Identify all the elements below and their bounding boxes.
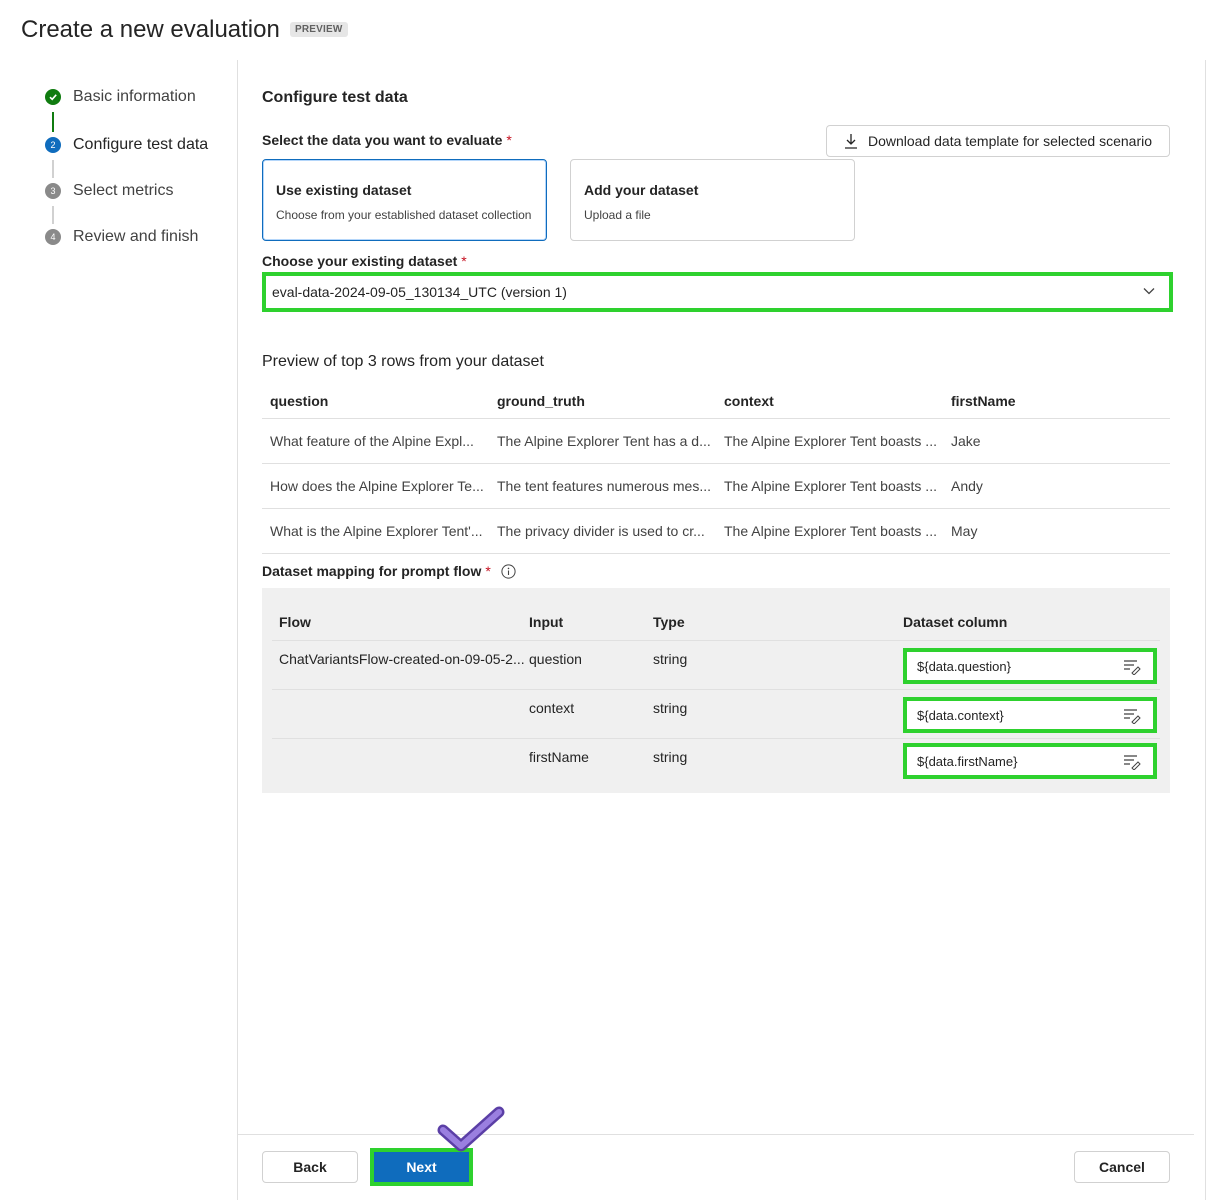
- section-title: Configure test data: [262, 89, 408, 106]
- back-button[interactable]: Back: [262, 1151, 358, 1183]
- download-template-button[interactable]: Download data template for selected scen…: [826, 125, 1170, 157]
- step-configure-test-data[interactable]: 2 Configure test data: [45, 136, 208, 154]
- card-title: Add your dataset: [584, 182, 699, 198]
- column-header: question: [262, 384, 489, 419]
- dataset-select-label: Choose your existing dataset *: [262, 253, 467, 269]
- card-description: Choose from your established dataset col…: [276, 208, 532, 222]
- dataset-column-value: ${data.question}: [917, 658, 1011, 674]
- table-row: What is the Alpine Explorer Tent'... The…: [262, 508, 1170, 554]
- step-label: Basic information: [73, 88, 196, 105]
- table-cell: The Alpine Explorer Tent boasts ...: [716, 418, 943, 464]
- step-label: Select metrics: [73, 182, 174, 199]
- mapping-panel: Flow Input Type Dataset column ChatVaria…: [262, 588, 1170, 793]
- step-review-and-finish[interactable]: 4 Review and finish: [45, 228, 198, 246]
- step-label: Configure test data: [73, 136, 209, 153]
- dataset-column-input-firstname[interactable]: ${data.firstName}: [903, 743, 1157, 779]
- dataset-column-value: ${data.firstName}: [917, 753, 1018, 769]
- cancel-button[interactable]: Cancel: [1074, 1151, 1170, 1183]
- mapping-header-type: Type: [653, 614, 685, 630]
- add-your-dataset-card[interactable]: Add your dataset Upload a file: [570, 159, 855, 241]
- page-title: Create a new evaluation: [21, 16, 280, 43]
- download-template-label: Download data template for selected scen…: [867, 133, 1153, 149]
- card-description: Upload a file: [584, 208, 651, 222]
- table-cell: How does the Alpine Explorer Te...: [262, 463, 489, 509]
- edit-text-icon[interactable]: [1123, 754, 1141, 770]
- dataset-column-input-question[interactable]: ${data.question}: [903, 648, 1157, 684]
- divider: [272, 640, 1160, 641]
- data-source-label: Select the data you want to evaluate *: [262, 132, 512, 148]
- footer-divider: [238, 1134, 1194, 1135]
- download-icon: [844, 134, 857, 149]
- table-cell: The Alpine Explorer Tent boasts ...: [716, 508, 943, 554]
- edit-text-icon[interactable]: [1123, 659, 1141, 675]
- dataset-column-input-context[interactable]: ${data.context}: [903, 697, 1157, 733]
- step-connector: [52, 112, 54, 132]
- table-cell: May: [943, 508, 1170, 554]
- table-row: How does the Alpine Explorer Te... The t…: [262, 463, 1170, 509]
- table-cell: What is the Alpine Explorer Tent'...: [262, 508, 489, 554]
- step-number-badge: 4: [45, 229, 61, 245]
- step-connector: [52, 206, 54, 224]
- edit-text-icon[interactable]: [1123, 708, 1141, 724]
- divider: [272, 689, 1160, 690]
- mapping-header-column: Dataset column: [903, 614, 1008, 630]
- table-cell: The Alpine Explorer Tent has a d...: [489, 418, 716, 464]
- mapping-type: string: [653, 700, 688, 716]
- dataset-dropdown[interactable]: eval-data-2024-09-05_130134_UTC (version…: [262, 272, 1173, 312]
- column-header: firstName: [943, 384, 1170, 419]
- table-cell: Jake: [943, 418, 1170, 464]
- table-cell: The privacy divider is used to cr...: [489, 508, 716, 554]
- table-cell: The Alpine Explorer Tent boasts ...: [716, 463, 943, 509]
- dataset-column-value: ${data.context}: [917, 707, 1004, 723]
- mapping-label: Dataset mapping for prompt flow *: [262, 563, 516, 579]
- mapping-input: context: [529, 700, 575, 716]
- chevron-down-icon: [1143, 288, 1155, 295]
- mapping-input: firstName: [529, 749, 589, 765]
- mapping-type: string: [653, 749, 688, 765]
- preview-table: question ground_truth context firstName …: [262, 384, 1170, 554]
- preview-title: Preview of top 3 rows from your dataset: [262, 353, 544, 370]
- column-header: context: [716, 384, 943, 419]
- step-label: Review and finish: [73, 228, 199, 245]
- step-number-badge: 3: [45, 183, 61, 199]
- checkmark-icon: [45, 89, 61, 105]
- divider: [272, 738, 1160, 739]
- mapping-header-input: Input: [529, 614, 564, 630]
- mapping-header-flow: Flow: [279, 614, 311, 630]
- step-select-metrics[interactable]: 3 Select metrics: [45, 182, 173, 200]
- table-header-row: question ground_truth context firstName: [262, 384, 1170, 419]
- column-header: ground_truth: [489, 384, 716, 419]
- use-existing-dataset-card[interactable]: Use existing dataset Choose from your es…: [262, 159, 547, 241]
- step-basic-information[interactable]: Basic information: [45, 88, 196, 106]
- checkmark-icon: [437, 1106, 505, 1152]
- preview-badge: PREVIEW: [290, 22, 348, 37]
- info-icon[interactable]: [501, 563, 516, 579]
- table-row: What feature of the Alpine Expl... The A…: [262, 418, 1170, 464]
- table-cell: What feature of the Alpine Expl...: [262, 418, 489, 464]
- step-connector: [52, 160, 54, 178]
- step-number-badge: 2: [45, 137, 61, 153]
- flow-name: ChatVariantsFlow-created-on-09-05-2...: [279, 651, 525, 667]
- mapping-input: question: [529, 651, 582, 667]
- mapping-type: string: [653, 651, 688, 667]
- card-title: Use existing dataset: [276, 182, 412, 198]
- sidebar-divider: [237, 60, 238, 1200]
- panel-border: [1205, 60, 1206, 1200]
- table-cell: The tent features numerous mes...: [489, 463, 716, 509]
- dataset-dropdown-value: eval-data-2024-09-05_130134_UTC (version…: [272, 284, 567, 300]
- table-cell: Andy: [943, 463, 1170, 509]
